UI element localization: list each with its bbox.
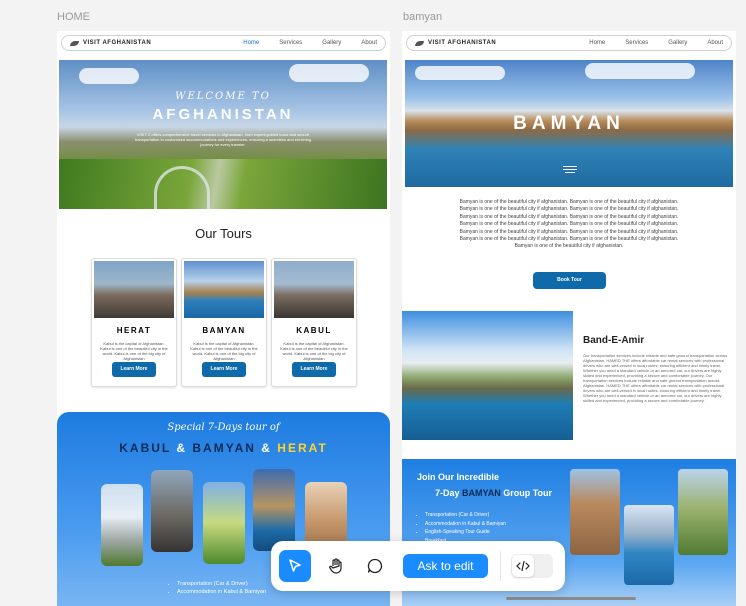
code-icon [516, 560, 530, 572]
editor-toolbar: Ask to edit [271, 541, 565, 591]
bamyan-hero-image: BAMYAN [405, 60, 733, 187]
bamyan-navbar: VISIT AFGHANISTAN Home Services Gallery … [406, 35, 732, 51]
join-line2: 7-Day BAMYAN Group Tour [435, 488, 552, 498]
join-line2-post: Group Tour [503, 488, 553, 498]
list-item: Transportation (Car & Driver) [425, 511, 506, 520]
learn-more-button[interactable]: Learn More [202, 362, 246, 377]
cursor-arrow-icon [289, 559, 301, 572]
join-line1: Join Our Incredible [417, 472, 500, 482]
home-hero-image: WELCOME TO AFGHANISTAN VISIT Z offers co… [59, 60, 387, 209]
band-e-amir-image [402, 311, 573, 440]
tour-card-bamyan[interactable]: BAMYAN Kabul is the capital of Afghanist… [181, 258, 267, 387]
join-list: Transportation (Car & Driver) Accommodat… [417, 511, 506, 545]
kabul-image [274, 261, 354, 318]
home-hero-subtitle: WELCOME TO [175, 91, 271, 102]
tour-card-herat[interactable]: HERAT Kabul is the capital of Afghanista… [91, 258, 177, 387]
leaf-logo-icon [70, 40, 79, 46]
home-navbar: VISIT AFGHANISTAN Home Services Gallery … [61, 35, 386, 51]
home-logo[interactable]: VISIT AFGHANISTAN [70, 40, 151, 46]
horizontal-scrollbar[interactable] [506, 597, 636, 600]
bamyan-image [184, 261, 264, 318]
frame-label-bamyan[interactable]: bamyan [403, 11, 442, 23]
tour-card-title: HERAT [116, 326, 152, 335]
bamyan-logo[interactable]: VISIT AFGHANISTAN [415, 40, 496, 46]
home-nav-services[interactable]: Services [279, 40, 302, 46]
gallery-photo [101, 484, 143, 566]
gallery-photo [678, 469, 728, 555]
gallery-photo [151, 470, 193, 552]
herat-image [94, 261, 174, 318]
learn-more-button[interactable]: Learn More [292, 362, 336, 377]
home-nav-gallery[interactable]: Gallery [322, 40, 341, 46]
special-title-bamyan: BAMYAN [192, 441, 256, 455]
tours-heading: Our Tours [195, 226, 252, 241]
gallery-photo [203, 482, 245, 564]
tour-card-desc: Kabul is the capital of Afghanistan. Kab… [280, 341, 348, 361]
list-item: Transportation (Car & Driver) [177, 580, 266, 588]
special-title-amp: & [176, 441, 188, 455]
home-nav-home[interactable]: Home [243, 40, 259, 46]
bamyan-nav-about[interactable]: About [707, 40, 723, 46]
book-tour-button[interactable]: Book Tour [533, 272, 606, 289]
special-title-amp: & [261, 441, 272, 455]
gallery-photo [253, 469, 295, 551]
special-title-kabul: KABUL [119, 441, 172, 455]
hand-icon [329, 558, 342, 574]
toolbar-divider [500, 551, 501, 581]
home-frame[interactable]: VISIT AFGHANISTAN Home Services Gallery … [57, 31, 390, 606]
learn-more-button[interactable]: Learn More [112, 362, 156, 377]
special-title-herat: HERAT [277, 441, 328, 455]
hand-tool-button[interactable] [320, 550, 352, 582]
tour-card-title: BAMYAN [202, 326, 246, 335]
gallery-photo [624, 505, 674, 585]
bamyan-nav-services[interactable]: Services [625, 40, 648, 46]
leaf-logo-icon [415, 40, 424, 46]
list-item: Accommodation in Kabul & Bamiyan [177, 588, 266, 596]
frame-label-home[interactable]: HOME [57, 11, 90, 23]
special-list: Transportation (Car & Driver) Accommodat… [169, 580, 266, 596]
bamyan-nav-gallery[interactable]: Gallery [668, 40, 687, 46]
tour-card-title: KABUL [296, 326, 332, 335]
home-hero-body: VISIT Z offers comprehensive travel serv… [134, 132, 312, 147]
join-line2-highlight: BAMYAN [462, 488, 501, 498]
tour-card-kabul[interactable]: KABUL Kabul is the capital of Afghanista… [271, 258, 357, 387]
special-subtitle: Special 7-Days tour of [167, 422, 280, 433]
tour-card-desc: Kabul is the capital of Afghanistan. Kab… [100, 341, 168, 361]
menu-icon[interactable] [563, 164, 577, 175]
join-line2-pre: 7-Day [435, 488, 460, 498]
tour-card-desc: Kabul is the capital of Afghanistan. Kab… [190, 341, 258, 361]
list-item: Accommodation in Kabul & Bamiyan [425, 520, 506, 529]
bamyan-hero-title: BAMYAN [513, 113, 625, 134]
code-view-toggle[interactable] [511, 554, 553, 578]
comment-bubble-icon [367, 558, 383, 574]
list-item: English-Speaking Tour Guide [425, 528, 506, 537]
bamyan-frame[interactable]: VISIT AFGHANISTAN Home Services Gallery … [402, 31, 736, 606]
gallery-photo [570, 469, 620, 555]
comment-tool-button[interactable] [359, 550, 391, 582]
bamyan-nav-home[interactable]: Home [589, 40, 605, 46]
band-text: Our transportation services include reli… [583, 353, 728, 403]
special-title: KABUL & BAMYAN & HERAT [57, 441, 390, 455]
bamyan-paragraph: Bamyan is one of the beautiful city if a… [459, 199, 679, 250]
ask-to-edit-button[interactable]: Ask to edit [403, 554, 488, 578]
bamyan-logo-text: VISIT AFGHANISTAN [428, 40, 497, 46]
home-hero-title: AFGHANISTAN [152, 106, 294, 123]
select-tool-button[interactable] [279, 550, 311, 582]
home-logo-text: VISIT AFGHANISTAN [83, 40, 152, 46]
band-title: Band-E-Amir [583, 335, 645, 346]
home-nav-about[interactable]: About [361, 40, 377, 46]
